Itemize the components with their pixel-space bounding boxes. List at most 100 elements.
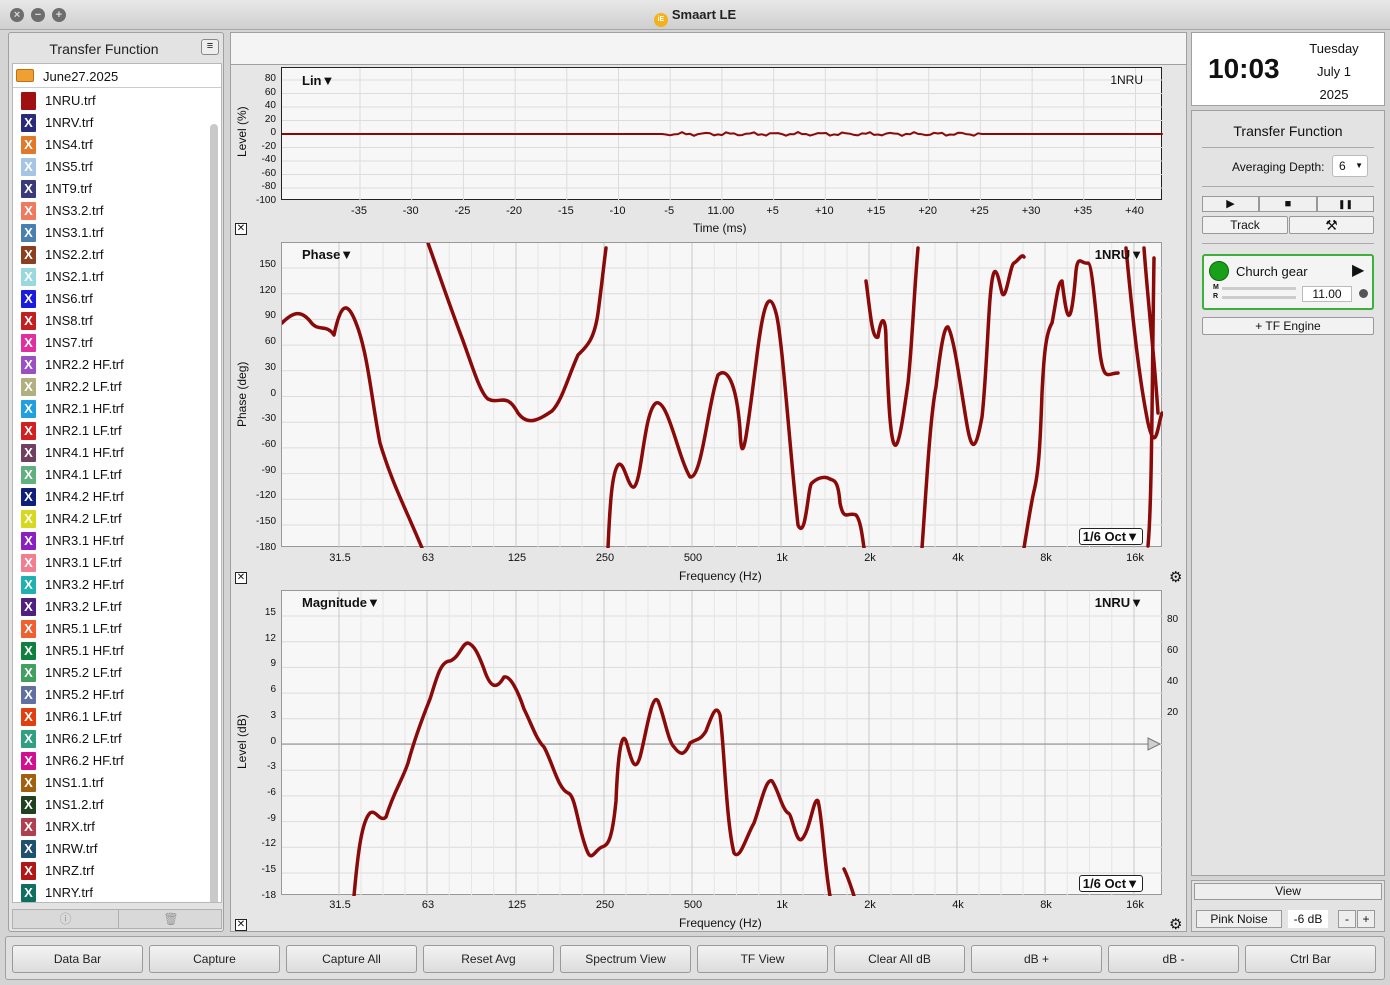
engine-delay-finder-icon[interactable] bbox=[1359, 289, 1368, 298]
phase-plot[interactable]: Phase▼ 1NRU▼ 1/6 Oct▼ bbox=[281, 242, 1163, 548]
phase-trace-name[interactable]: 1NRU▼ bbox=[1095, 247, 1143, 262]
file-item[interactable]: X 1NS1.2.trf bbox=[13, 794, 208, 816]
trace-file-icon[interactable]: X bbox=[21, 862, 36, 880]
phase-settings-gear-icon[interactable]: ⚙ bbox=[1169, 568, 1182, 586]
file-item[interactable]: X 1NR4.1 LF.trf bbox=[13, 464, 208, 486]
trace-file-icon[interactable]: X bbox=[21, 334, 36, 352]
file-item[interactable]: X 1NR5.2 LF.trf bbox=[13, 662, 208, 684]
file-item[interactable]: X 1NR4.2 HF.trf bbox=[13, 486, 208, 508]
info-icon[interactable]: ⓘ bbox=[13, 910, 118, 928]
file-item[interactable]: X 1NS3.1.trf bbox=[13, 222, 208, 244]
tools-icon[interactable]: ⚒ bbox=[1289, 216, 1374, 234]
file-list[interactable]: June27.2025 1NRU.trf X 1NRV.trf X 1NS4.trf X 1… bbox=[12, 63, 222, 903]
file-item[interactable]: X 1NRY.trf bbox=[13, 882, 208, 902]
db-plus-button[interactable]: dB + bbox=[971, 945, 1102, 973]
trace-file-icon[interactable]: X bbox=[21, 554, 36, 572]
file-item[interactable]: X 1NR2.2 HF.trf bbox=[13, 354, 208, 376]
file-list-scrollbar[interactable] bbox=[210, 124, 218, 902]
close-impulse-plot-icon[interactable]: ✕ bbox=[235, 223, 247, 235]
file-item[interactable]: X 1NS7.trf bbox=[13, 332, 208, 354]
file-item[interactable]: X 1NR2.2 LF.trf bbox=[13, 376, 208, 398]
impulse-plot-mode[interactable]: Lin▼ bbox=[302, 73, 334, 88]
trace-file-icon[interactable]: X bbox=[21, 378, 36, 396]
trace-file-icon[interactable]: X bbox=[21, 356, 36, 374]
trace-file-icon[interactable]: X bbox=[21, 422, 36, 440]
file-item[interactable]: X 1NS2.2.trf bbox=[13, 244, 208, 266]
trace-file-icon[interactable]: X bbox=[21, 532, 36, 550]
trace-file-icon[interactable]: X bbox=[21, 774, 36, 792]
file-item[interactable]: X 1NS8.trf bbox=[13, 310, 208, 332]
trace-file-icon[interactable]: X bbox=[21, 510, 36, 528]
file-item[interactable]: X 1NS5.trf bbox=[13, 156, 208, 178]
trace-file-icon[interactable]: X bbox=[21, 730, 36, 748]
file-item[interactable]: X 1NR3.1 HF.trf bbox=[13, 530, 208, 552]
file-item[interactable]: X 1NR5.2 HF.trf bbox=[13, 684, 208, 706]
trace-file-icon[interactable]: X bbox=[21, 268, 36, 286]
trace-file-icon[interactable]: X bbox=[21, 136, 36, 154]
tf-view-button[interactable]: TF View bbox=[697, 945, 828, 973]
trash-icon[interactable]: 🗑 bbox=[118, 910, 223, 928]
ctrl-bar-button[interactable]: Ctrl Bar bbox=[1245, 945, 1376, 973]
level-increase-button[interactable]: + bbox=[1357, 910, 1375, 928]
trace-file-icon[interactable]: X bbox=[21, 114, 36, 132]
impulse-plot[interactable]: Lin▼ 1NRU bbox=[281, 67, 1163, 201]
trace-file-icon[interactable]: X bbox=[21, 818, 36, 836]
spectrum-view-button[interactable]: Spectrum View bbox=[560, 945, 691, 973]
file-item[interactable]: X 1NS1.1.trf bbox=[13, 772, 208, 794]
trace-file-icon[interactable]: X bbox=[21, 664, 36, 682]
view-button[interactable]: View bbox=[1194, 883, 1382, 900]
trace-file-icon[interactable]: X bbox=[21, 312, 36, 330]
engine-play-icon[interactable]: ▶ bbox=[1352, 260, 1364, 280]
magnitude-plot[interactable]: Magnitude▼ 1NRU▼ 1/6 Oct▼ bbox=[281, 590, 1163, 896]
file-item[interactable]: X 1NS2.1.trf bbox=[13, 266, 208, 288]
trace-file-icon[interactable]: X bbox=[21, 576, 36, 594]
phase-plot-mode[interactable]: Phase▼ bbox=[302, 247, 353, 262]
pause-button[interactable]: ❚❚ bbox=[1317, 196, 1374, 212]
pink-noise-button[interactable]: Pink Noise bbox=[1196, 910, 1282, 928]
trace-file-icon[interactable]: X bbox=[21, 642, 36, 660]
trace-file-icon[interactable]: X bbox=[21, 180, 36, 198]
file-item[interactable]: X 1NR6.2 LF.trf bbox=[13, 728, 208, 750]
file-item[interactable]: X 1NR4.1 HF.trf bbox=[13, 442, 208, 464]
capture-all-button[interactable]: Capture All bbox=[286, 945, 417, 973]
clear-all-db-button[interactable]: Clear All dB bbox=[834, 945, 965, 973]
trace-file-icon[interactable]: X bbox=[21, 686, 36, 704]
file-item[interactable]: X 1NS4.trf bbox=[13, 134, 208, 156]
trace-file-icon[interactable]: X bbox=[21, 488, 36, 506]
tf-engine-card[interactable]: Church gear ▶ M R 11.00 bbox=[1202, 254, 1374, 310]
magnitude-smoothing-button[interactable]: 1/6 Oct▼ bbox=[1078, 875, 1143, 892]
track-button[interactable]: Track bbox=[1202, 216, 1288, 234]
file-item[interactable]: X 1NR2.1 HF.trf bbox=[13, 398, 208, 420]
trace-file-icon[interactable]: X bbox=[21, 246, 36, 264]
file-item[interactable]: X 1NR3.1 LF.trf bbox=[13, 552, 208, 574]
file-item[interactable]: X 1NR5.1 HF.trf bbox=[13, 640, 208, 662]
file-item[interactable]: X 1NR5.1 LF.trf bbox=[13, 618, 208, 640]
hamburger-menu-icon[interactable]: ≡ bbox=[201, 39, 219, 55]
file-item[interactable]: X 1NR2.1 LF.trf bbox=[13, 420, 208, 442]
capture-button[interactable]: Capture bbox=[149, 945, 280, 973]
trace-file-icon[interactable]: X bbox=[21, 840, 36, 858]
file-item[interactable]: X 1NR6.2 HF.trf bbox=[13, 750, 208, 772]
close-magnitude-plot-icon[interactable]: ✕ bbox=[235, 919, 247, 931]
phase-smoothing-button[interactable]: 1/6 Oct▼ bbox=[1078, 528, 1143, 545]
engine-delay-field[interactable]: 11.00 bbox=[1302, 286, 1352, 302]
trace-file-icon[interactable]: X bbox=[21, 884, 36, 902]
trace-file-icon[interactable]: X bbox=[21, 752, 36, 770]
trace-file-icon[interactable]: X bbox=[21, 620, 36, 638]
file-item[interactable]: X 1NR4.2 LF.trf bbox=[13, 508, 208, 530]
level-decrease-button[interactable]: - bbox=[1338, 910, 1356, 928]
file-item[interactable]: X 1NRX.trf bbox=[13, 816, 208, 838]
engine-status-led[interactable] bbox=[1209, 261, 1229, 281]
close-phase-plot-icon[interactable]: ✕ bbox=[235, 572, 247, 584]
reset-avg-button[interactable]: Reset Avg bbox=[423, 945, 554, 973]
trace-file-icon[interactable] bbox=[21, 92, 36, 110]
file-item[interactable]: X 1NR3.2 HF.trf bbox=[13, 574, 208, 596]
averaging-depth-select[interactable]: 6 ▼ bbox=[1332, 155, 1368, 177]
trace-file-icon[interactable]: X bbox=[21, 444, 36, 462]
file-item[interactable]: X 1NR6.1 LF.trf bbox=[13, 706, 208, 728]
file-item[interactable]: X 1NS6.trf bbox=[13, 288, 208, 310]
stop-button[interactable]: ■ bbox=[1259, 196, 1317, 212]
folder-row[interactable]: June27.2025 bbox=[13, 64, 221, 88]
add-tf-engine-button[interactable]: + TF Engine bbox=[1202, 317, 1374, 335]
file-item[interactable]: X 1NS3.2.trf bbox=[13, 200, 208, 222]
